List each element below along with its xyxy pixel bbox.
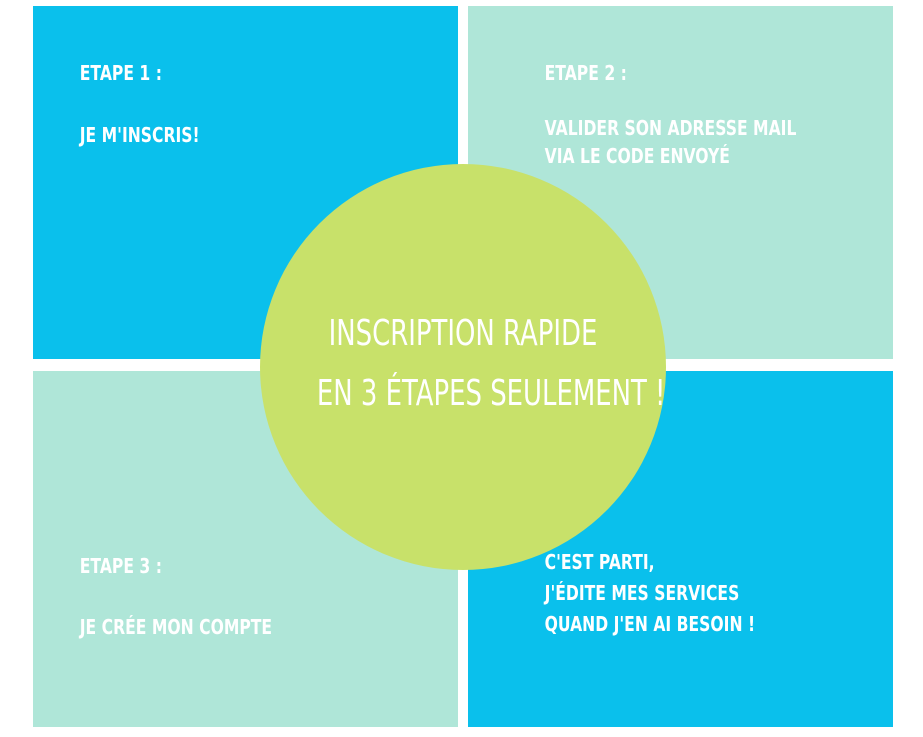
step-2-title: ETAPE 2 : xyxy=(544,61,627,85)
center-heading-line-1: INSCRIPTION RAPIDE xyxy=(328,313,598,354)
step-2-text-line-1: VALIDER SON ADRESSE MAIL xyxy=(544,116,797,140)
center-heading-line-2: EN 3 ÉTAPES SEULEMENT ! xyxy=(316,373,666,414)
center-heading: INSCRIPTION RAPIDE EN 3 ÉTAPES SEULEMENT… xyxy=(316,304,666,424)
step-4-text-line-2: J'ÉDITE MES SERVICES xyxy=(544,581,740,605)
step-4-text-line-3: QUAND J'EN AI BESOIN ! xyxy=(544,612,756,636)
step-1-text: JE M'INSCRIS! xyxy=(79,123,200,147)
step-3-text: JE CRÉE MON COMPTE xyxy=(79,615,273,639)
step-4-text-line-1: C'EST PARTI, xyxy=(544,550,655,574)
step-3-title: ETAPE 3 : xyxy=(79,554,162,578)
step-1-title: ETAPE 1 : xyxy=(79,61,162,85)
center-circle: INSCRIPTION RAPIDE EN 3 ÉTAPES SEULEMENT… xyxy=(260,164,666,570)
step-2-text-line-2: VIA LE CODE ENVOYÉ xyxy=(544,144,730,168)
